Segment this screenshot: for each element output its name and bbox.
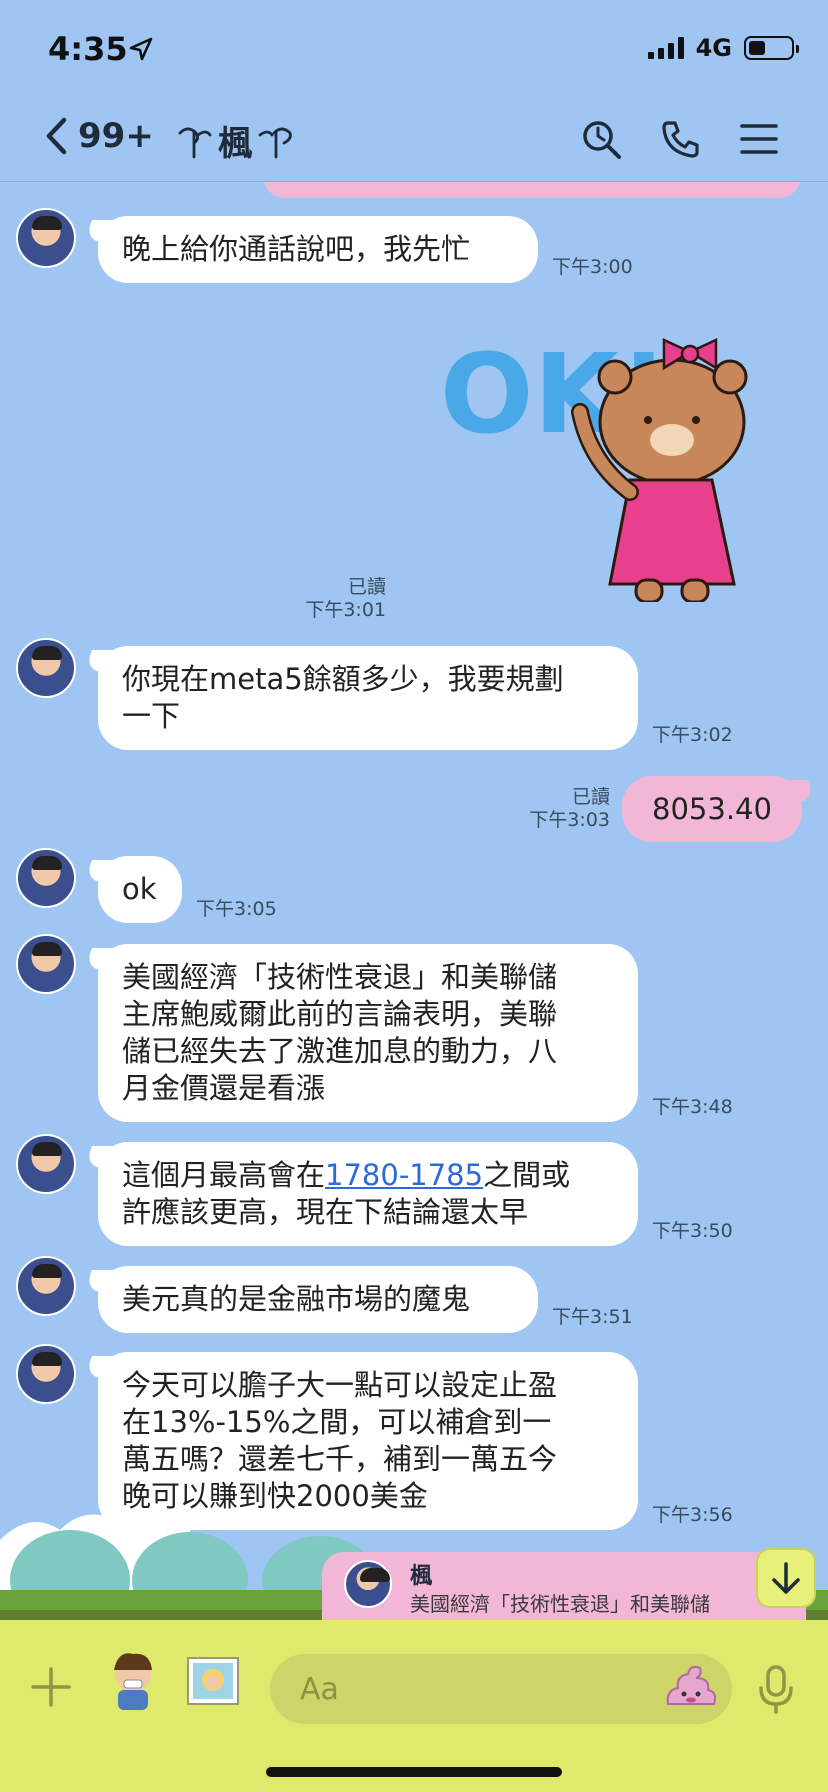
read-receipt: 已讀 下午3:03 <box>500 786 610 832</box>
outgoing-message-bubble[interactable]: 8053.40 <box>622 776 802 842</box>
avatar[interactable] <box>16 848 76 908</box>
chevron-left-icon <box>46 117 67 155</box>
message-time: 下午3:03 <box>529 809 610 831</box>
message-time: 下午3:50 <box>652 1220 733 1242</box>
message-bubble[interactable]: 你現在meta5餘額多少，我要規劃 一下 <box>98 646 638 750</box>
message-time: 下午3:02 <box>652 724 733 746</box>
status-time: 4:35 <box>48 30 128 68</box>
photo-sticker-icon[interactable] <box>184 1650 242 1712</box>
message-bubble[interactable]: 這個月最高會在1780-1785之間或 許應該更高，現在下結論還太早 <box>98 1142 638 1246</box>
status-bar: 4:35 4G <box>0 0 828 100</box>
chat-name: 楓 <box>218 124 252 164</box>
message-time: 下午3:05 <box>196 898 277 920</box>
location-arrow-icon <box>129 37 153 61</box>
scroll-to-bottom-button[interactable] <box>756 1548 816 1608</box>
preview-sender: 楓 <box>410 1564 433 1589</box>
menu-icon[interactable] <box>738 118 780 160</box>
character-sticker-icon[interactable] <box>104 1650 162 1712</box>
avatar[interactable] <box>16 1134 76 1194</box>
message-bubble[interactable]: 美國經濟「技術性衰退」和美聯儲 主席鮑威爾此前的言論表明，美聯 儲已經失去了激進… <box>98 944 638 1122</box>
arrow-down-icon <box>772 1562 800 1594</box>
message-bubble[interactable]: ok <box>98 856 182 923</box>
phone-icon[interactable] <box>660 118 702 160</box>
home-indicator[interactable] <box>266 1767 562 1777</box>
previous-outgoing-bubble <box>262 182 802 198</box>
left-flourish-icon <box>178 127 212 158</box>
chat-title[interactable]: 楓 <box>176 116 294 165</box>
message-time: 下午3:00 <box>552 256 633 278</box>
battery-level <box>749 41 765 55</box>
avatar[interactable] <box>16 1256 76 1316</box>
avatar[interactable] <box>16 934 76 994</box>
emoji-icon[interactable] <box>664 1662 718 1712</box>
chat-header: 99+ 楓 <box>0 100 828 182</box>
read-label: 已讀 <box>571 786 610 808</box>
network-type: 4G <box>695 34 732 62</box>
avatar[interactable] <box>16 638 76 698</box>
read-receipt: 已讀 下午3:01 <box>280 576 386 622</box>
plus-icon[interactable] <box>30 1666 72 1708</box>
new-message-preview[interactable]: 楓 美國經濟「技術性衰退」和美聯儲 <box>322 1552 806 1620</box>
search-icon[interactable] <box>580 118 622 160</box>
cellular-signal-icon <box>647 37 684 59</box>
avatar[interactable] <box>16 208 76 268</box>
message-bubble[interactable]: 美元真的是金融市場的魔鬼 <box>98 1266 538 1333</box>
microphone-icon[interactable] <box>756 1664 796 1714</box>
right-flourish-icon <box>258 127 292 158</box>
message-time: 下午3:51 <box>552 1306 633 1328</box>
back-button[interactable]: 99+ <box>44 116 154 156</box>
message-time: 下午3:48 <box>652 1096 733 1118</box>
message-list[interactable]: 晚上給你通話說吧，我先忙 下午3:00 OK! 已讀 下午3:01 你現在met… <box>0 182 828 1620</box>
message-time: 下午3:01 <box>305 599 386 621</box>
read-label: 已讀 <box>347 576 386 598</box>
message-bubble[interactable]: 晚上給你通話說吧，我先忙 <box>98 216 538 283</box>
preview-text: 美國經濟「技術性衰退」和美聯儲 <box>410 1592 710 1616</box>
price-link[interactable]: 1780-1785 <box>325 1158 483 1192</box>
preview-avatar <box>344 1560 392 1608</box>
battery-icon <box>744 36 799 60</box>
message-input[interactable] <box>270 1654 732 1724</box>
avatar[interactable] <box>16 1344 76 1404</box>
bear-ok-sticker[interactable]: OK! <box>440 322 780 602</box>
unread-count: 99+ <box>78 116 154 156</box>
